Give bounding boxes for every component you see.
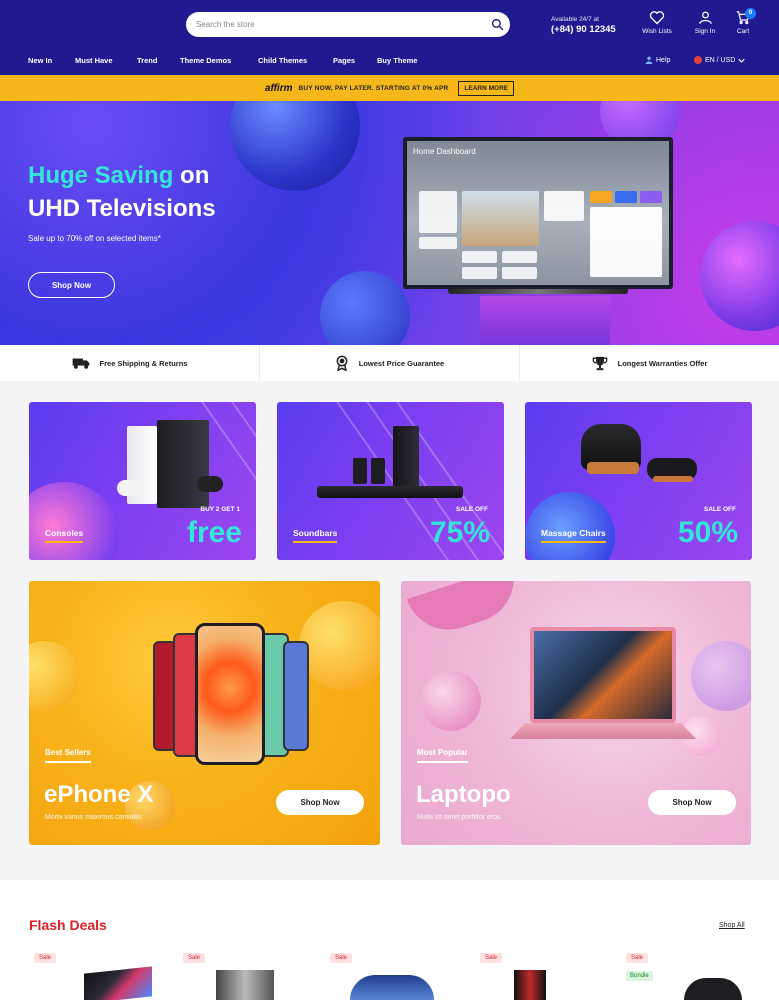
support-contact[interactable]: Available 24/7 at (+84) 90 12345 bbox=[551, 16, 616, 35]
laptopo-shop-now-button[interactable]: Shop Now bbox=[648, 790, 736, 815]
user-icon bbox=[698, 11, 712, 24]
flash-deals-title: Flash Deals bbox=[29, 917, 107, 933]
support-label: Available 24/7 at bbox=[551, 16, 599, 23]
person-icon bbox=[645, 56, 653, 64]
product-image-tower[interactable] bbox=[216, 970, 274, 1000]
decor-sphere bbox=[700, 221, 779, 331]
tv-screen-title: Home Dashboard bbox=[413, 147, 476, 156]
banner-laptopo[interactable]: Most Popular Laptopo Nulla sit amet port… bbox=[401, 581, 751, 845]
promo-name-soundbars: Soundbars bbox=[293, 528, 338, 543]
nav-item-child-themes[interactable]: Child Themes bbox=[258, 56, 307, 65]
award-icon bbox=[336, 355, 348, 371]
nav-item-theme-demos[interactable]: Theme Demos bbox=[180, 56, 231, 65]
help-link[interactable]: Help bbox=[645, 56, 670, 64]
learn-more-button[interactable]: LEARN MORE bbox=[458, 80, 515, 96]
hero-subtitle: Sale up to 70% off on selected items* bbox=[28, 234, 161, 243]
product-image-monitor[interactable] bbox=[350, 975, 434, 1000]
ephone-shop-now-button[interactable]: Shop Now bbox=[276, 790, 364, 815]
trophy-icon bbox=[592, 356, 607, 370]
sale-badge: Sale bbox=[330, 953, 353, 963]
decor-shape bbox=[406, 581, 526, 641]
wishlist-button[interactable]: Wish Lists bbox=[637, 10, 677, 35]
nav-item-trend[interactable]: Trend bbox=[137, 56, 157, 65]
sale-badge: Sale bbox=[183, 953, 206, 963]
decor-sphere bbox=[320, 271, 410, 345]
heart-icon bbox=[649, 11, 665, 25]
affirm-promo-bar: affirm BUY NOW, PAY LATER. STARTING AT 0… bbox=[0, 75, 779, 101]
promo-name-massage-chairs: Massage Chairs bbox=[541, 528, 606, 543]
search-bar[interactable] bbox=[186, 12, 510, 37]
currency-selector[interactable]: EN / USD bbox=[694, 56, 746, 64]
nav-item-pages[interactable]: Pages bbox=[333, 56, 355, 65]
promo-card-soundbars[interactable]: Soundbars SALE OFF 75% bbox=[277, 402, 504, 560]
promo-card-consoles[interactable]: Consoles BUY 2 GET 1 free bbox=[29, 402, 256, 560]
banner-desc-ephone: Morbi varius maximus convallis bbox=[45, 814, 142, 821]
sale-badge: Sale bbox=[480, 953, 503, 963]
site-header: Available 24/7 at (+84) 90 12345 Wish Li… bbox=[0, 0, 779, 75]
hero-shop-now-button[interactable]: Shop Now bbox=[28, 272, 115, 298]
nav-item-buy-theme[interactable]: Buy Theme bbox=[377, 56, 417, 65]
promo-big-soundbars: 75% bbox=[429, 516, 490, 549]
product-image-laptop[interactable] bbox=[84, 966, 152, 1000]
tv-stand bbox=[448, 289, 628, 294]
flag-icon bbox=[694, 56, 702, 64]
promo-big-massage-chairs: 50% bbox=[677, 516, 738, 549]
affirm-text: BUY NOW, PAY LATER. STARTING AT 0% APR bbox=[298, 84, 449, 92]
feature-free-shipping: Free Shipping & Returns bbox=[0, 345, 260, 381]
help-label: Help bbox=[656, 56, 671, 64]
decor-sphere bbox=[421, 671, 481, 731]
product-image-headphones[interactable] bbox=[684, 978, 742, 1000]
promo-name-consoles: Consoles bbox=[45, 528, 84, 543]
wishlist-label: Wish Lists bbox=[642, 28, 672, 35]
affirm-logo: affirm bbox=[264, 82, 293, 94]
decor-pedestal bbox=[480, 296, 610, 345]
decor-sphere bbox=[299, 601, 380, 691]
signin-button[interactable]: Sign In bbox=[685, 10, 725, 35]
hero-title: Huge Saving on UHD Televisions bbox=[28, 162, 216, 222]
laptop-image bbox=[530, 627, 676, 723]
main-nav: New In Must Have Trend Theme Demos Child… bbox=[0, 54, 779, 72]
decor-sphere bbox=[29, 641, 79, 711]
banner-title-laptopo: Laptopo bbox=[416, 781, 511, 808]
banner-tag-best-sellers: Best Sellers bbox=[45, 748, 91, 763]
promo-offer-soundbars: SALE OFF bbox=[455, 506, 488, 513]
decor-sphere bbox=[691, 641, 751, 711]
nav-item-must-have[interactable]: Must Have bbox=[75, 56, 113, 65]
decor-sphere bbox=[29, 482, 119, 560]
tv-image: Home Dashboard bbox=[403, 137, 673, 289]
cart-button[interactable]: Cart 0 bbox=[723, 8, 763, 35]
banner-ephone[interactable]: Best Sellers ePhone X Morbi varius maxim… bbox=[29, 581, 380, 845]
feature-strip: Free Shipping & Returns Lowest Price Gua… bbox=[0, 345, 779, 381]
chevron-down-icon bbox=[738, 58, 746, 63]
promo-card-massage-chairs[interactable]: Massage Chairs SALE OFF 50% bbox=[525, 402, 752, 560]
signin-label: Sign In bbox=[694, 28, 716, 35]
bundle-badge: Bundle bbox=[626, 971, 653, 981]
feature-lowest-price: Lowest Price Guarantee bbox=[260, 345, 520, 381]
support-phone[interactable]: (+84) 90 12345 bbox=[551, 24, 616, 35]
banner-desc-laptopo: Nulla sit amet porttitor eros bbox=[417, 814, 501, 821]
flash-deals-section: Flash Deals Shop All Sale Sale Sale Sale… bbox=[0, 880, 779, 1000]
banner-tag-most-popular: Most Popular bbox=[417, 748, 468, 763]
search-input[interactable] bbox=[186, 12, 484, 37]
promo-big-consoles: free bbox=[186, 516, 242, 549]
currency-label: EN / USD bbox=[705, 56, 736, 64]
decor-sphere bbox=[525, 492, 615, 560]
promo-offer-massage-chairs: SALE OFF bbox=[703, 506, 736, 513]
sale-badge: Sale bbox=[626, 953, 649, 963]
promo-offer-consoles: BUY 2 GET 1 bbox=[200, 506, 240, 513]
banner-title-ephone: ePhone X bbox=[44, 781, 154, 808]
nav-item-new-in[interactable]: New In bbox=[28, 56, 52, 65]
cart-label: Cart bbox=[736, 28, 750, 35]
sale-badge: Sale bbox=[34, 953, 57, 963]
cart-count-badge: 0 bbox=[745, 8, 756, 19]
search-icon[interactable] bbox=[484, 12, 510, 37]
truck-icon bbox=[72, 358, 89, 369]
shop-all-link[interactable]: Shop All bbox=[719, 922, 745, 929]
feature-warranty: Longest Warranties Offer bbox=[520, 345, 779, 381]
product-image-phone[interactable] bbox=[514, 970, 546, 1000]
soundbar-image bbox=[393, 426, 419, 492]
